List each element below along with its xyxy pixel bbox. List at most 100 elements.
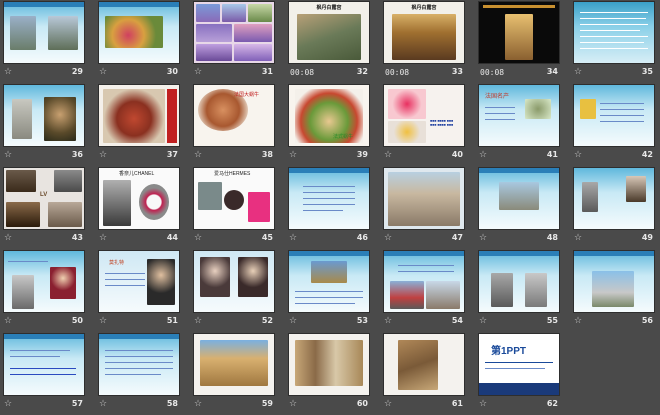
slide-thumbnail[interactable]: 法国名产 ☆ 41 <box>477 83 572 166</box>
slide-timing: 00:08 <box>480 68 505 77</box>
transition-star-icon[interactable]: ☆ <box>574 233 582 243</box>
transition-star-icon[interactable]: ☆ <box>194 150 202 160</box>
slide-thumbnail[interactable]: 枫丹白露宫 00:08 33 <box>382 0 477 83</box>
transition-star-icon[interactable]: ☆ <box>384 316 392 326</box>
slide-thumbnail[interactable]: ☆ 50 <box>2 249 97 332</box>
slide-thumbnail[interactable]: ☆ 56 <box>572 249 660 332</box>
slide-preview: 第1PPT <box>479 334 559 395</box>
slide-number: 38 <box>261 150 273 159</box>
transition-star-icon[interactable]: ☆ <box>194 233 202 243</box>
transition-star-icon[interactable]: ☆ <box>99 233 107 243</box>
slide-thumbnail[interactable]: ☆ 47 <box>382 166 477 249</box>
transition-star-icon[interactable]: ☆ <box>4 233 12 243</box>
transition-star-icon[interactable]: ☆ <box>99 316 107 326</box>
slide-thumbnail[interactable]: 第1PPT ☆ 62 <box>477 332 572 415</box>
slide-thumbnail[interactable]: 00:08 34 <box>477 0 572 83</box>
slide-thumbnail[interactable]: 莫扎特 ☆ 51 <box>97 249 192 332</box>
slide-preview <box>574 251 654 312</box>
transition-star-icon[interactable]: ☆ <box>479 316 487 326</box>
slide-preview <box>384 251 464 312</box>
slide-thumbnail[interactable]: ☆ 59 <box>192 332 287 415</box>
transition-star-icon[interactable]: ☆ <box>289 150 297 160</box>
slide-preview <box>574 2 654 63</box>
transition-star-icon[interactable]: ☆ <box>99 150 107 160</box>
transition-star-icon[interactable]: ☆ <box>99 67 107 77</box>
transition-star-icon[interactable]: ☆ <box>479 150 487 160</box>
slide-thumbnail[interactable]: ☆ 58 <box>97 332 192 415</box>
slide-thumbnail[interactable]: ☆ 53 <box>287 249 382 332</box>
slide-thumbnail[interactable]: 爱马仕HERMES ☆ 45 <box>192 166 287 249</box>
transition-star-icon[interactable]: ☆ <box>289 399 297 409</box>
slide-preview: LV <box>4 168 84 229</box>
transition-star-icon[interactable]: ☆ <box>574 150 582 160</box>
transition-star-icon[interactable]: ☆ <box>384 399 392 409</box>
slide-thumbnail[interactable]: 香奈儿CHANEL ☆ 44 <box>97 166 192 249</box>
transition-star-icon[interactable]: ☆ <box>4 399 12 409</box>
slide-preview <box>4 2 84 63</box>
transition-star-icon[interactable]: ☆ <box>194 67 202 77</box>
transition-star-icon[interactable]: ☆ <box>289 316 297 326</box>
slide-number: 47 <box>451 233 463 242</box>
slide-thumbnail[interactable]: ☆ 31 <box>192 0 287 83</box>
slide-thumbnail[interactable]: ☆ 54 <box>382 249 477 332</box>
slide-preview: 枫丹白露宫 <box>289 2 369 63</box>
slide-thumbnail[interactable]: ☆ 42 <box>572 83 660 166</box>
slide-number: 49 <box>641 233 653 242</box>
transition-star-icon[interactable]: ☆ <box>384 233 392 243</box>
transition-star-icon[interactable]: ☆ <box>194 399 202 409</box>
transition-star-icon[interactable]: ☆ <box>574 67 582 77</box>
slide-preview <box>384 334 464 395</box>
slide-preview <box>289 168 369 229</box>
slide-preview <box>289 251 369 312</box>
slide-thumbnail[interactable]: ☆ 49 <box>572 166 660 249</box>
slide-thumbnail[interactable]: ☆ 48 <box>477 166 572 249</box>
slide-number: 58 <box>166 399 178 408</box>
slide-thumbnail[interactable]: 法国大蜗牛 ☆ 38 <box>192 83 287 166</box>
slide-thumbnail[interactable]: ☆ 37 <box>97 83 192 166</box>
transition-star-icon[interactable]: ☆ <box>384 150 392 160</box>
slide-preview: 香奈儿CHANEL <box>99 168 179 229</box>
transition-star-icon[interactable]: ☆ <box>4 150 12 160</box>
slide-number: 51 <box>166 316 178 325</box>
slide-thumbnail[interactable]: ☆ 60 <box>287 332 382 415</box>
transition-star-icon[interactable]: ☆ <box>479 399 487 409</box>
transition-star-icon[interactable]: ☆ <box>289 233 297 243</box>
slide-thumbnail[interactable]: ☆ 30 <box>97 0 192 83</box>
slide-thumbnail[interactable]: 法式蜗牛 ☆ 39 <box>287 83 382 166</box>
slide-number: 45 <box>261 233 273 242</box>
slide-thumbnail[interactable]: ☆ 29 <box>2 0 97 83</box>
transition-star-icon[interactable]: ☆ <box>4 67 12 77</box>
slide-thumbnail[interactable]: ☆ 61 <box>382 332 477 415</box>
slide-number: 62 <box>546 399 558 408</box>
slide-thumbnail[interactable]: LV ☆ 43 <box>2 166 97 249</box>
slide-thumbnail[interactable]: ☆ 52 <box>192 249 287 332</box>
slide-thumbnail[interactable]: ☆ 46 <box>287 166 382 249</box>
slide-number: 59 <box>261 399 273 408</box>
slide-number: 46 <box>356 233 368 242</box>
slide-number: 55 <box>546 316 558 325</box>
slide-preview: 爱马仕HERMES <box>194 168 274 229</box>
slide-number: 50 <box>71 316 83 325</box>
slide-thumbnail[interactable]: ☆ 55 <box>477 249 572 332</box>
slide-preview <box>289 334 369 395</box>
slide-number: 54 <box>451 316 463 325</box>
slide-number: 41 <box>546 150 558 159</box>
slide-preview: 莫扎特 <box>99 251 179 312</box>
transition-star-icon[interactable]: ☆ <box>479 233 487 243</box>
slide-number: 53 <box>356 316 368 325</box>
slide-number: 33 <box>451 67 463 76</box>
slide-thumbnail[interactable]: ■■■ ■■■■ ■■■ ■■■ ■■■■ ■■■ ☆ 40 <box>382 83 477 166</box>
slide-preview <box>99 85 179 146</box>
slide-thumbnail[interactable]: ☆ 57 <box>2 332 97 415</box>
slide-thumbnail[interactable]: ☆ 35 <box>572 0 660 83</box>
slide-preview <box>574 168 654 229</box>
slide-thumbnail[interactable]: 枫丹白露宫 00:08 32 <box>287 0 382 83</box>
transition-star-icon[interactable]: ☆ <box>574 316 582 326</box>
slide-number: 37 <box>166 150 178 159</box>
slide-thumbnail[interactable]: ☆ 36 <box>2 83 97 166</box>
transition-star-icon[interactable]: ☆ <box>4 316 12 326</box>
slide-number: 56 <box>641 316 653 325</box>
transition-star-icon[interactable]: ☆ <box>99 399 107 409</box>
slide-number: 57 <box>71 399 83 408</box>
transition-star-icon[interactable]: ☆ <box>194 316 202 326</box>
